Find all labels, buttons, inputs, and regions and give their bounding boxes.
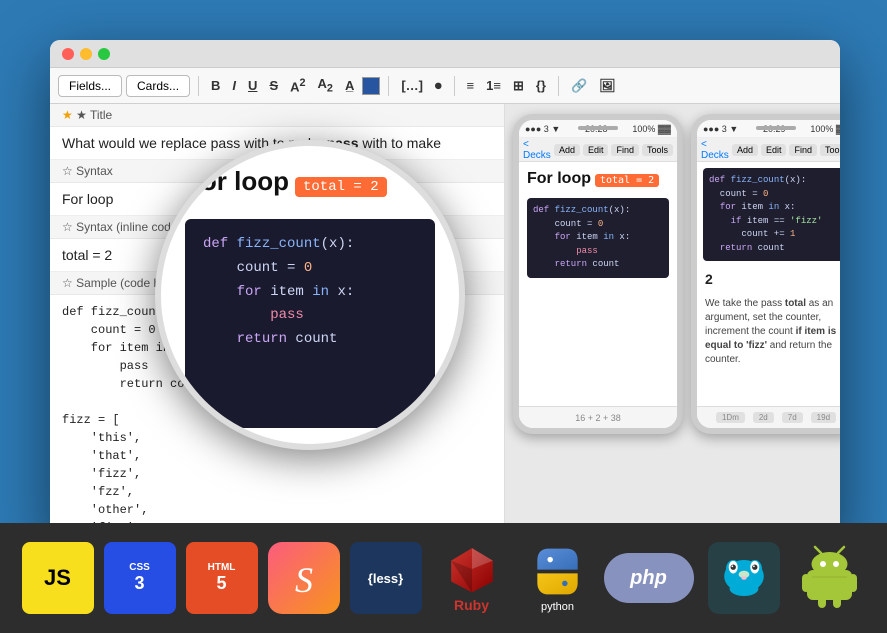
lang-js[interactable]: JS <box>22 542 94 614</box>
maximize-button[interactable] <box>98 48 110 60</box>
strikethrough-icon[interactable]: S <box>265 76 282 95</box>
lang-php-label: php <box>630 567 667 590</box>
phone1-edit[interactable]: Edit <box>583 144 609 156</box>
ordered-list-icon[interactable]: 1≡ <box>482 76 505 95</box>
toolbar-separator <box>198 76 199 96</box>
phone1-nav: < Decks Add Edit Find Tools <box>519 138 677 162</box>
phone2-add[interactable]: Add <box>732 144 758 156</box>
phone2-status-left: ●●● 3 ▼ <box>703 124 738 134</box>
phone2-footer: 1Dm 2d 7d 19d <box>697 406 840 428</box>
toolbar-separator3 <box>454 76 455 96</box>
title-label: ★ ★ Title <box>50 104 504 127</box>
superscript-icon[interactable]: A2 <box>286 75 309 96</box>
phone1-code-block: def fizz_count(x): count = 0 for item in… <box>527 198 669 278</box>
phone2-nav: < Decks Add Edit Find Tools <box>697 138 840 162</box>
phone-1: ●●● 3 ▼ 20:28 100% ▓▓ < Decks Add Edit F… <box>513 114 683 434</box>
list-icon[interactable]: ≡ <box>463 76 479 95</box>
magnify-code-block: def fizz_count(x): count = 0 for item in… <box>185 219 435 428</box>
lang-html5[interactable]: HTML 5 <box>186 542 258 614</box>
phone1-find[interactable]: Find <box>611 144 639 156</box>
record-icon[interactable]: ⏺ <box>431 76 446 96</box>
lang-swift[interactable]: S <box>268 542 340 614</box>
phone2-code-block: def fizz_count(x): count = 0 for item in… <box>703 168 840 261</box>
language-bar: JS CSS 3 HTML 5 S {less} <box>0 523 887 633</box>
cards-button[interactable]: Cards... <box>126 75 190 97</box>
phone2-btn-7d[interactable]: 7d <box>782 412 803 423</box>
phone1-add[interactable]: Add <box>554 144 580 156</box>
titlebar <box>50 40 840 68</box>
phone2-answer: We take the pass total as an argument, s… <box>697 291 840 373</box>
lang-ruby-label: Ruby <box>454 597 489 613</box>
star-icon: ★ <box>62 108 73 122</box>
phone2-btn-2d[interactable]: 2d <box>753 412 774 423</box>
traffic-lights <box>62 48 110 60</box>
lang-ruby[interactable]: Ruby <box>432 538 512 618</box>
magnify-code: def fizz_count(x): count = 0 for item in… <box>203 233 417 352</box>
phone2-code: def fizz_count(x): count = 0 for item in… <box>709 174 840 255</box>
link-icon[interactable]: 🔗 <box>567 76 591 96</box>
title-field-label: ★ Title <box>76 108 112 122</box>
phone2-back[interactable]: < Decks <box>701 139 729 161</box>
phone1-footer: 16 + 2 + 38 <box>519 406 677 428</box>
ellipsis-icon[interactable]: […] <box>397 76 427 95</box>
phone1-back[interactable]: < Decks <box>523 139 551 161</box>
svg-text:S: S <box>295 560 313 600</box>
toolbar-separator2 <box>388 76 389 96</box>
lang-python-label: python <box>541 601 574 613</box>
phone1-status-right: 100% ▓▓ <box>632 124 671 134</box>
phone1-status-left: ●●● 3 ▼ <box>525 124 560 134</box>
italic-icon[interactable]: I <box>228 76 240 95</box>
table-icon[interactable]: ⊞ <box>509 76 528 96</box>
phone2-answer-num: 2 <box>697 267 840 291</box>
underline2-icon[interactable]: A̲ <box>341 76 358 95</box>
minimize-button[interactable] <box>80 48 92 60</box>
phone1-code: def fizz_count(x): count = 0 for item in… <box>533 204 663 272</box>
phone2-btn-1dm[interactable]: 1Dm <box>716 412 745 423</box>
close-button[interactable] <box>62 48 74 60</box>
phone1-status: ●●● 3 ▼ 20:28 100% ▓▓ <box>519 120 677 138</box>
phone1-status-center: 20:28 <box>585 124 608 134</box>
magnify-overlay: For loop total = 2 def fizz_count(x): co… <box>155 140 465 450</box>
magnify-badge: total = 2 <box>295 177 387 197</box>
phone2-btn-19d[interactable]: 19d <box>811 412 836 423</box>
bold-icon[interactable]: B <box>207 76 224 95</box>
lang-python[interactable]: python <box>522 538 594 618</box>
phone2-status-right: 100% ▓▓ <box>810 124 840 134</box>
phone1-tools[interactable]: Tools <box>642 144 673 156</box>
phone-2: ●●● 3 ▼ 20:29 100% ▓▓ < Decks Add Edit F… <box>691 114 840 434</box>
lang-android[interactable] <box>794 542 866 614</box>
phones-area: ●●● 3 ▼ 20:28 100% ▓▓ < Decks Add Edit F… <box>505 104 840 540</box>
image-icon[interactable]: 🖼 <box>595 76 620 96</box>
subscript-icon[interactable]: A2 <box>314 74 337 97</box>
phone1-card-badge: total = 2 <box>595 174 659 187</box>
lang-php[interactable]: php <box>604 553 694 603</box>
phone2-status: ●●● 3 ▼ 20:29 100% ▓▓ <box>697 120 840 138</box>
toolbar-separator4 <box>558 76 559 96</box>
underline-icon[interactable]: U <box>244 76 261 95</box>
title-suffix: with to make <box>362 135 441 151</box>
phone2-find[interactable]: Find <box>789 144 817 156</box>
phone2-status-center: 20:29 <box>763 124 786 134</box>
toolbar: Fields... Cards... B I U S A2 A2 A̲ […] … <box>50 68 840 104</box>
phone1-card: For loop total = 2 def fizz_count(x): co… <box>519 162 677 286</box>
code-icon[interactable]: {} <box>532 76 550 95</box>
color-picker[interactable] <box>362 77 380 95</box>
phone1-card-title: For loop <box>527 170 591 188</box>
lang-go[interactable] <box>704 542 784 614</box>
lang-less[interactable]: {less} <box>350 542 422 614</box>
magnify-content: For loop total = 2 def fizz_count(x): co… <box>161 146 459 444</box>
phone2-edit[interactable]: Edit <box>761 144 787 156</box>
phone2-tools[interactable]: Tools <box>820 144 840 156</box>
lang-css3[interactable]: CSS 3 <box>104 542 176 614</box>
fields-button[interactable]: Fields... <box>58 75 122 97</box>
phone1-footer-text: 16 + 2 + 38 <box>575 413 621 423</box>
